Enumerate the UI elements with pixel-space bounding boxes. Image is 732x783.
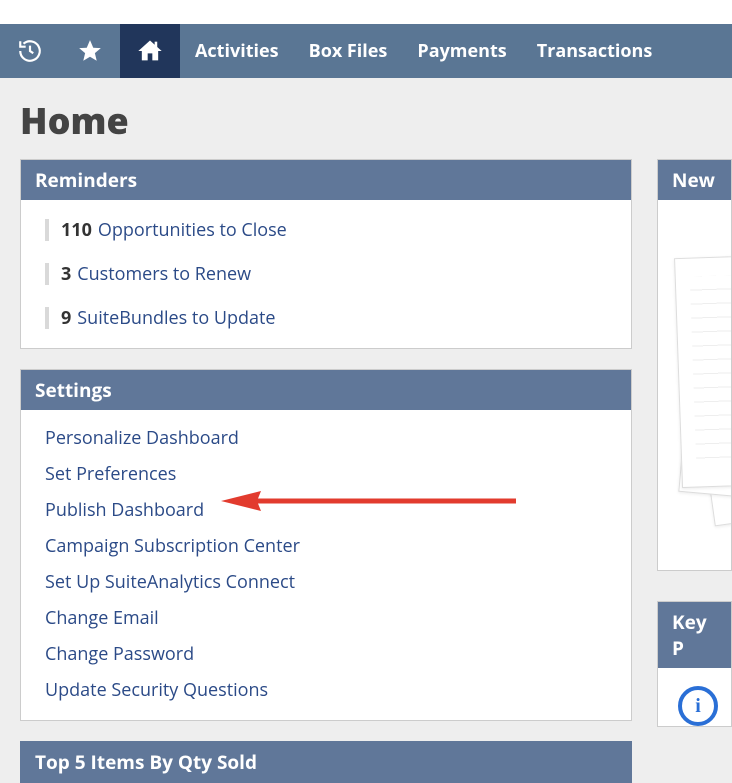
settings-set-preferences[interactable]: Set Preferences (45, 456, 631, 492)
settings-suiteanalytics-connect[interactable]: Set Up SuiteAnalytics Connect (45, 564, 631, 600)
reminders-panel: Reminders 110 Opportunities to Close 3 C… (20, 159, 632, 349)
nav-activities[interactable]: Activities (180, 24, 294, 78)
main-navbar: Activities Box Files Payments Transactio… (0, 24, 732, 78)
history-icon-button[interactable] (0, 24, 60, 78)
settings-personalize-dashboard[interactable]: Personalize Dashboard (45, 420, 631, 456)
reminder-label[interactable]: Opportunities to Close (98, 218, 287, 242)
settings-panel: Settings Personalize Dashboard Set Prefe… (20, 369, 632, 721)
reminder-count: 3 (61, 262, 71, 286)
history-icon (17, 38, 43, 64)
new-panel-header: New (658, 160, 731, 200)
settings-change-password[interactable]: Change Password (45, 636, 631, 672)
star-icon-button[interactable] (60, 24, 120, 78)
reminder-label[interactable]: SuiteBundles to Update (77, 306, 275, 330)
reminders-header: Reminders (21, 160, 631, 200)
nav-transactions[interactable]: Transactions (522, 24, 668, 78)
key-panel: Key P i (657, 601, 732, 727)
settings-update-security-questions[interactable]: Update Security Questions (45, 672, 631, 708)
nav-payments[interactable]: Payments (402, 24, 521, 78)
reminder-count: 9 (61, 306, 71, 330)
info-icon: i (678, 686, 718, 726)
nav-box-files[interactable]: Box Files (294, 24, 403, 78)
reminder-item[interactable]: 110 Opportunities to Close (21, 208, 631, 252)
reminder-item[interactable]: 3 Customers to Renew (21, 252, 631, 296)
reminder-count: 110 (61, 218, 92, 242)
reminder-bar-icon (45, 219, 49, 241)
home-icon-button[interactable] (120, 24, 180, 78)
settings-publish-dashboard[interactable]: Publish Dashboard (45, 492, 631, 528)
paper-stack-image (658, 200, 731, 570)
top5-panel-header: Top 5 Items By Qty Sold (20, 741, 632, 783)
settings-header: Settings (21, 370, 631, 410)
reminder-bar-icon (45, 263, 49, 285)
settings-campaign-subscription-center[interactable]: Campaign Subscription Center (45, 528, 631, 564)
reminder-label[interactable]: Customers to Renew (77, 262, 251, 286)
home-icon (136, 37, 164, 65)
new-panel: New (657, 159, 732, 571)
page-title: Home (0, 78, 732, 159)
top-whitespace (0, 0, 732, 24)
reminder-bar-icon (45, 307, 49, 329)
key-panel-header: Key P (658, 602, 731, 668)
star-icon (77, 38, 103, 64)
settings-change-email[interactable]: Change Email (45, 600, 631, 636)
reminder-item[interactable]: 9 SuiteBundles to Update (21, 296, 631, 340)
